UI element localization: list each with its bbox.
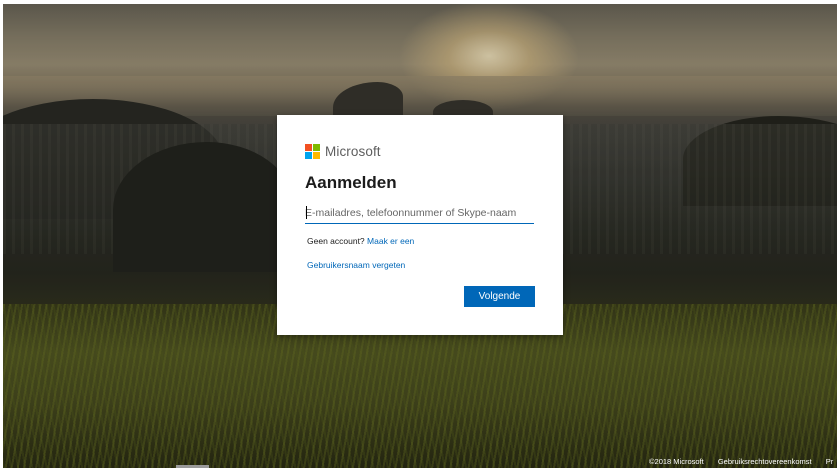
next-button[interactable]: Volgende [464,286,535,307]
footer: ©2018 Microsoft Gebruiksrechtovereenkoms… [649,457,837,466]
footer-terms-link[interactable]: Gebruiksrechtovereenkomst [718,457,812,466]
logo-square-red [305,144,312,151]
create-account-link[interactable]: Maak er een [367,236,414,246]
logo-square-yellow [313,152,320,159]
text-cursor [306,206,307,219]
logo-square-green [313,144,320,151]
account-input[interactable] [305,203,534,224]
no-account-text: Geen account? [307,236,365,246]
forgot-username-link[interactable]: Gebruikersnaam vergeten [307,260,405,270]
footer-privacy-link[interactable]: Pr [826,457,834,466]
scrollbar-thumb[interactable] [176,465,209,468]
signin-card: Microsoft Aanmelden Geen account? Maak e… [277,115,563,335]
brand: Microsoft [305,144,381,159]
no-account-row: Geen account? Maak er een [307,236,414,246]
microsoft-logo-icon [305,144,320,159]
page-title: Aanmelden [305,173,397,192]
logo-square-blue [305,152,312,159]
brand-name: Microsoft [325,144,381,159]
footer-copyright: ©2018 Microsoft [649,457,704,466]
